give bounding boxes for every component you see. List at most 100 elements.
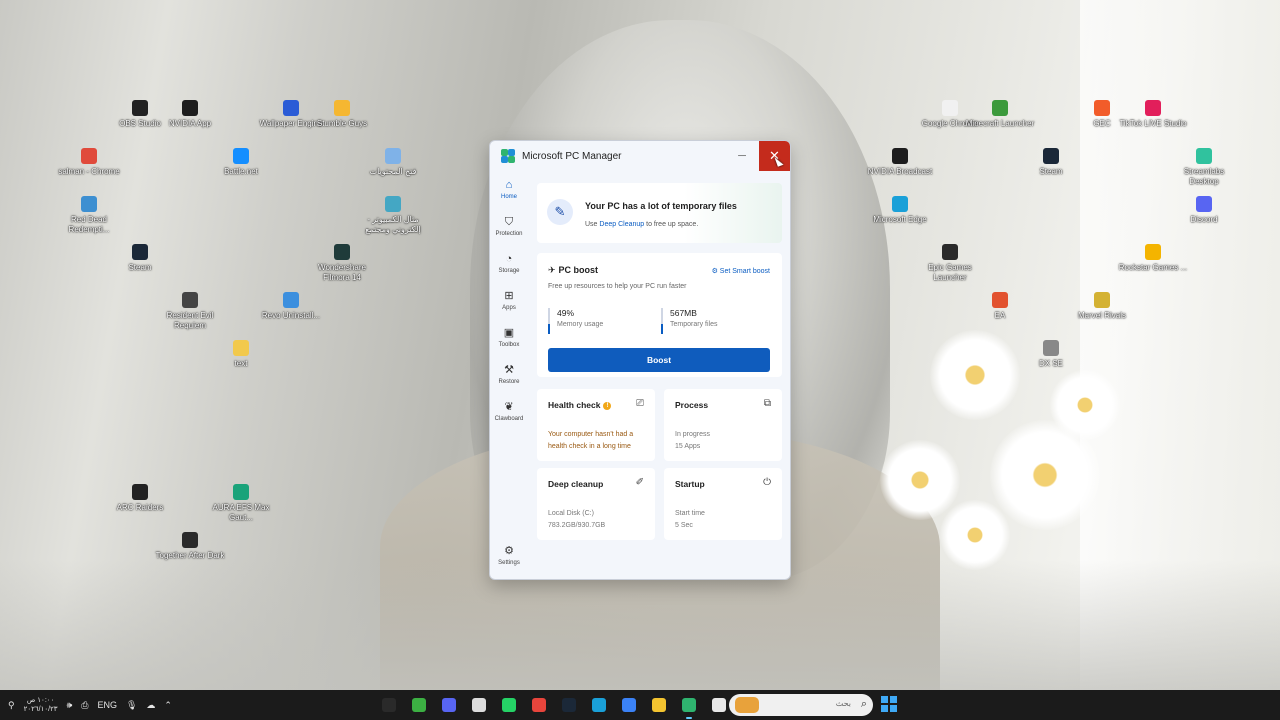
clock-time: ١٠:٠٠ ص (26, 697, 55, 704)
desktop-icon-label: NVIDIA App (168, 119, 212, 128)
nav-item-storage[interactable]: ◔ Storage (490, 247, 528, 284)
desktop-icon[interactable]: salman - Chrome (53, 148, 125, 177)
desktop-icon-label: AURA EFS Max Gaut... (212, 503, 270, 522)
desktop-icon[interactable]: Resident Evil Requiem (154, 292, 226, 331)
desktop-icon[interactable]: Steam (1015, 148, 1087, 177)
system-tray: ⚲ ١٠:٠٠ ص ٢٠٢٦/١٠/٢٣ 🕪 ⎙ ENG 🎙 ☁ ⌃ (8, 690, 172, 720)
desktop-icon[interactable]: Rockstar Games ... (1117, 244, 1189, 273)
nav-item-feedback[interactable]: ☺Feedback (490, 576, 528, 579)
desktop-icon[interactable]: Battle.net (205, 148, 277, 177)
start-logo-tile (890, 696, 897, 703)
desktop-app-icon (182, 100, 198, 116)
taskbar-app-whatsapp[interactable] (498, 694, 520, 716)
desktop-icon[interactable]: Marvel Rivals (1066, 292, 1138, 321)
desktop-icon[interactable]: DX SE (1015, 340, 1087, 369)
desktop-icon[interactable]: Red Dead Redempti... (53, 196, 125, 235)
desktop-icon[interactable]: TikTok LIVE Studio (1117, 100, 1189, 129)
desktop-icon[interactable]: Revo Uninstall... (255, 292, 327, 321)
desktop-icon[interactable]: Minecraft Launcher (964, 100, 1036, 129)
taskbar-app-steam[interactable] (558, 694, 580, 716)
process-card[interactable]: Process ⧉ In progress 15 Apps (664, 389, 782, 461)
deep-cleanup-card[interactable]: Deep cleanup ✐ Local Disk (C:) 783.2GB/9… (537, 468, 655, 540)
taskbar-app-media-player[interactable] (408, 694, 430, 716)
nav-item-clawboard[interactable]: ❦ Clawboard (490, 395, 528, 432)
nav-item-settings[interactable]: ⚙ Settings (490, 539, 528, 576)
taskbar-app-facebook[interactable] (618, 694, 640, 716)
taskbar-app-discord[interactable] (438, 694, 460, 716)
desktop-app-icon (1094, 100, 1110, 116)
taskbar-search[interactable]: بحث ⌕ (729, 694, 873, 716)
search-placeholder: بحث (835, 699, 851, 708)
nav-item-label: Restore (498, 379, 520, 385)
boost-button[interactable]: Boost (548, 348, 770, 372)
desktop-icon[interactable]: Epic Games Launcher (914, 244, 986, 283)
taskbar-app-edge[interactable] (588, 694, 610, 716)
desktop-icon-label: Steam (128, 263, 152, 272)
show-hidden-icons-chevron-icon[interactable]: ⌃ (164, 700, 172, 711)
desktop-icon[interactable]: Steam (104, 244, 176, 273)
desktop-icon[interactable]: مثال الكمبيوتر - إلكتروني ومجتمع (357, 196, 429, 235)
nav-item-label: Settings (498, 560, 520, 566)
desktop-icon[interactable]: EA (964, 292, 1036, 321)
taskbar-app-settings[interactable] (468, 694, 490, 716)
notification-icon[interactable]: ⚲ (8, 700, 15, 711)
desktop-icon[interactable]: Microsoft Edge (864, 196, 936, 225)
onedrive-icon[interactable]: ☁ (146, 700, 155, 711)
nav-item-home[interactable]: ⌂ Home (490, 173, 528, 210)
desktop-icon[interactable]: NVIDIA App (154, 100, 226, 129)
desktop-icon-label: DX SE (1038, 359, 1063, 368)
smart-boost-link[interactable]: ⚙ Set Smart boost (712, 267, 770, 275)
taskbar-app-window-app[interactable] (708, 694, 730, 716)
desktop-icon[interactable]: Together After Dark (154, 532, 226, 561)
desktop-app-icon (233, 148, 249, 164)
desktop-icon-label: Battle.net (224, 167, 258, 176)
title-bar[interactable]: Microsoft PC Manager ─ ✕ (490, 141, 790, 171)
taskbar-app-pc-manager[interactable] (678, 694, 700, 719)
deep-cleanup-line1: Local Disk (C:) (548, 510, 594, 517)
desktop-app-icon (81, 148, 97, 164)
microphone-icon[interactable]: 🎙 (126, 700, 137, 711)
desktop-app-icon (385, 196, 401, 212)
health-check-line2: health check in a long time (548, 443, 631, 450)
desktop-icon[interactable]: ARC Raiders (104, 484, 176, 513)
nav-item-apps[interactable]: ⊞ Apps (490, 284, 528, 321)
desktop-icon[interactable]: AURA EFS Max Gaut... (205, 484, 277, 523)
desktop-icon[interactable]: text (205, 340, 277, 369)
network-icon[interactable]: ⎙ (81, 700, 88, 711)
volume-icon[interactable]: 🕪 (67, 700, 73, 711)
desktop-app-icon (385, 148, 401, 164)
clock[interactable]: ١٠:٠٠ ص ٢٠٢٦/١٠/٢٣ (24, 696, 58, 714)
desktop-icon[interactable]: Stumble Guys (306, 100, 378, 129)
nav-item-protection[interactable]: ⛉ Protection (490, 210, 528, 247)
desktop-icon[interactable]: Streamlabs Desktop (1168, 148, 1240, 187)
deep-cleanup-link[interactable]: Deep Cleanup (599, 221, 644, 228)
minimize-button[interactable]: ─ (732, 141, 752, 171)
startup-card[interactable]: Startup ⏻ Start time 5 Sec (664, 468, 782, 540)
taskbar-app-chrome[interactable] (528, 694, 550, 716)
desktop-icon[interactable]: Wondershare Filmora 14 (306, 244, 378, 283)
memory-usage-label: Memory usage (557, 321, 604, 328)
taskbar-app-file-explorer[interactable] (648, 694, 670, 716)
nav-item-restore[interactable]: ⚒ Restore (490, 358, 528, 395)
start-button[interactable] (881, 696, 897, 712)
desktop-app-icon (1196, 196, 1212, 212)
protection-icon: ⛉ (504, 216, 514, 228)
desktop-icon[interactable]: NVIDIA Broadcast (864, 148, 936, 177)
temp-files-banner[interactable]: ✎ Your PC has a lot of temporary files U… (537, 183, 782, 243)
desktop-icon[interactable]: Discord (1168, 196, 1240, 225)
desktop-icon-label: فتح المحتويات (369, 167, 417, 176)
nav-item-toolbox[interactable]: ▣ Toolbox (490, 321, 528, 358)
desktop-icon[interactable]: فتح المحتويات (357, 148, 429, 177)
facebook-icon (622, 698, 636, 712)
nav-item-label: Toolbox (498, 342, 520, 348)
desktop-app-icon (992, 292, 1008, 308)
desktop-icon-label: Rockstar Games ... (1118, 263, 1188, 272)
desktop-app-icon (1145, 100, 1161, 116)
health-check-card[interactable]: Health check! ⎚ Your computer hasn't had… (537, 389, 655, 461)
desktop-app-icon (132, 244, 148, 260)
language-indicator[interactable]: ENG (97, 700, 117, 710)
memory-usage-value: 49% (557, 308, 575, 318)
desktop-icon-label: ARC Raiders (116, 503, 164, 512)
settings-icon: ⚙ (504, 545, 514, 557)
taskbar-app-epic-games[interactable] (378, 694, 400, 716)
